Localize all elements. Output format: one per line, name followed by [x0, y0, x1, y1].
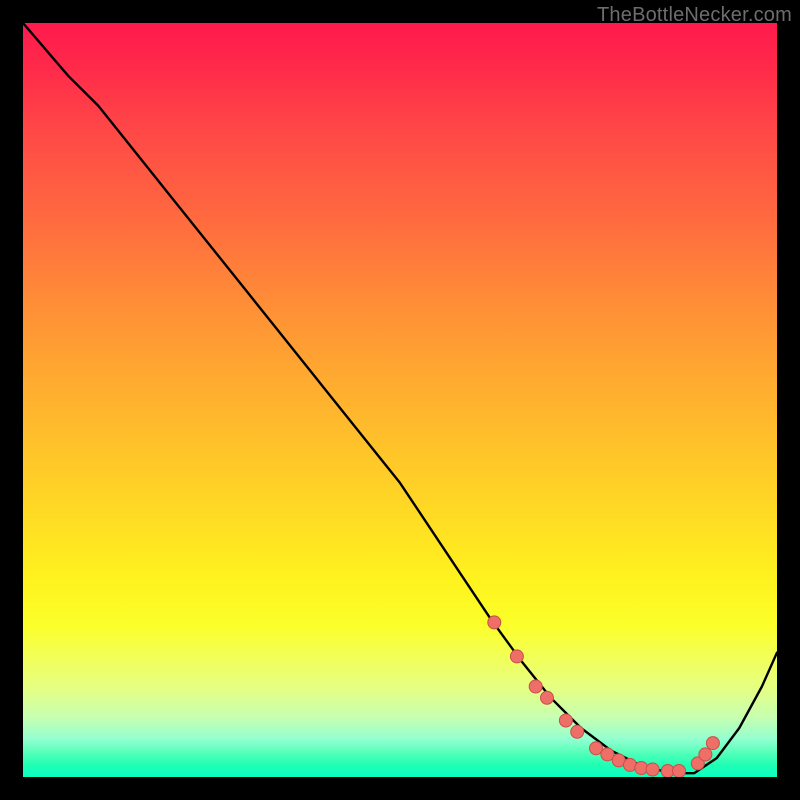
chart-frame: TheBottleNecker.com — [0, 0, 800, 800]
marker-dot — [699, 748, 712, 761]
marker-dot — [590, 742, 603, 755]
marker-dot — [706, 737, 719, 750]
plot-area — [23, 23, 777, 777]
curve-layer — [23, 23, 777, 777]
highlight-dots — [488, 616, 720, 777]
marker-dot — [646, 763, 659, 776]
marker-dot — [673, 765, 686, 778]
watermark-text: TheBottleNecker.com — [597, 4, 792, 27]
marker-dot — [529, 680, 542, 693]
marker-dot — [488, 616, 501, 629]
bottleneck-curve — [23, 23, 777, 773]
marker-dot — [541, 691, 554, 704]
marker-dot — [510, 650, 523, 663]
marker-dot — [559, 714, 572, 727]
marker-dot — [571, 725, 584, 738]
